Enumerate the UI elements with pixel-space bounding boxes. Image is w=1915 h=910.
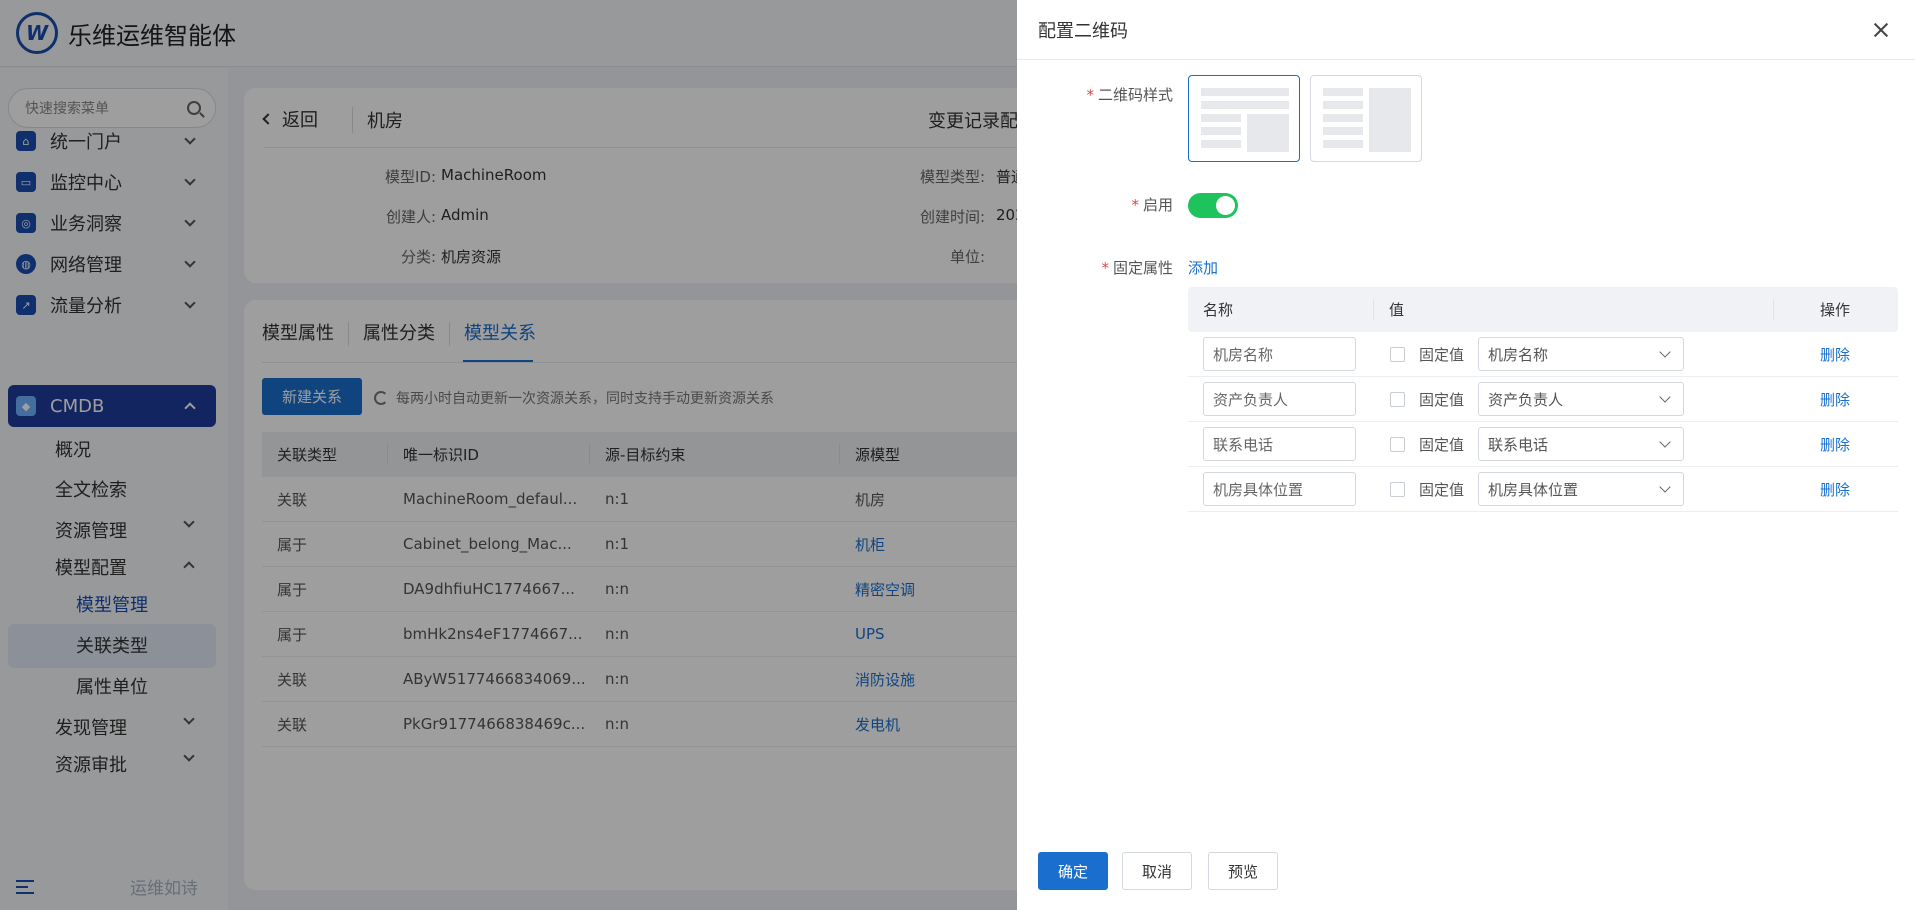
- prop-name-input[interactable]: 联系电话: [1203, 427, 1356, 461]
- chevron-down-icon: [1659, 436, 1671, 448]
- qr-style-option-2[interactable]: [1310, 75, 1422, 162]
- column-header: 操作: [1773, 299, 1898, 320]
- enable-toggle[interactable]: [1188, 193, 1238, 218]
- close-icon[interactable]: [1873, 22, 1889, 38]
- delete-button[interactable]: 删除: [1820, 479, 1850, 500]
- drawer-title: 配置二维码: [1038, 20, 1128, 42]
- fixed-value-label: 固定值: [1419, 345, 1465, 364]
- prop-name-input[interactable]: 机房具体位置: [1203, 472, 1356, 506]
- preview-line: [1323, 114, 1363, 122]
- cancel-button[interactable]: 取消: [1122, 852, 1192, 890]
- preview-line: [1201, 101, 1289, 109]
- table-row: 资产负责人 固定值 资产负责人 删除: [1188, 377, 1898, 422]
- preview-line: [1201, 88, 1289, 96]
- preview-line: [1323, 127, 1363, 135]
- qr-style-option-1[interactable]: [1188, 75, 1300, 162]
- select-value: 资产负责人: [1488, 390, 1564, 409]
- prop-value-select[interactable]: 联系电话: [1478, 427, 1685, 461]
- preview-line: [1201, 140, 1241, 148]
- table-row: 机房名称 固定值 机房名称 删除: [1188, 332, 1898, 377]
- fixed-props-label: * 固定属性: [1013, 257, 1173, 278]
- fixed-value-checkbox[interactable]: [1390, 481, 1405, 497]
- select-value: 机房具体位置: [1488, 480, 1579, 499]
- preview-line: [1323, 88, 1363, 96]
- preview-button[interactable]: 预览: [1208, 852, 1278, 890]
- select-value: 机房名称: [1488, 345, 1549, 364]
- preview-line: [1201, 114, 1241, 122]
- required-mark: *: [1086, 86, 1094, 104]
- add-fixed-prop-button[interactable]: 添加: [1188, 257, 1218, 278]
- select-value: 联系电话: [1488, 435, 1549, 454]
- chevron-down-icon: [1659, 346, 1671, 358]
- preview-line: [1323, 140, 1363, 148]
- fixed-value-label: 固定值: [1419, 435, 1465, 454]
- column-header: 名称: [1203, 301, 1234, 319]
- preview-line: [1201, 127, 1241, 135]
- fixed-value-checkbox[interactable]: [1390, 391, 1405, 407]
- delete-button[interactable]: 删除: [1820, 434, 1850, 455]
- fixed-value-checkbox[interactable]: [1390, 346, 1405, 362]
- table-header: 名称 值 操作: [1188, 287, 1898, 332]
- fixed-props-label-text: 固定属性: [1112, 259, 1173, 277]
- enable-label: * 启用: [1013, 194, 1173, 215]
- qr-style-label-text: 二维码样式: [1097, 86, 1173, 104]
- modal-overlay[interactable]: [0, 0, 1017, 910]
- qr-placeholder: [1247, 114, 1289, 152]
- confirm-button[interactable]: 确定: [1038, 852, 1108, 890]
- fixed-props-table: 名称 值 操作 机房名称 固定值 机房名称 删除 资产负责人 固定值 资产负责人…: [1188, 287, 1898, 512]
- table-row: 联系电话 固定值 联系电话 删除: [1188, 422, 1898, 467]
- qr-placeholder: [1369, 88, 1411, 152]
- required-mark: *: [1101, 259, 1109, 277]
- qr-style-label: * 二维码样式: [1013, 84, 1173, 105]
- column-header: 值: [1373, 299, 1773, 320]
- enable-label-text: 启用: [1142, 196, 1173, 214]
- drawer-header: 配置二维码: [1017, 0, 1915, 60]
- prop-name-input[interactable]: 资产负责人: [1203, 382, 1356, 416]
- fixed-value-checkbox[interactable]: [1390, 436, 1405, 452]
- preview-line: [1323, 101, 1363, 109]
- fixed-value-label: 固定值: [1419, 480, 1465, 499]
- prop-value-select[interactable]: 机房具体位置: [1478, 472, 1685, 506]
- chevron-down-icon: [1659, 391, 1671, 403]
- required-mark: *: [1131, 196, 1139, 214]
- table-row: 机房具体位置 固定值 机房具体位置 删除: [1188, 467, 1898, 512]
- delete-button[interactable]: 删除: [1820, 344, 1850, 365]
- delete-button[interactable]: 删除: [1820, 389, 1850, 410]
- prop-value-select[interactable]: 机房名称: [1478, 337, 1685, 371]
- prop-value-select[interactable]: 资产负责人: [1478, 382, 1685, 416]
- fixed-value-label: 固定值: [1419, 390, 1465, 409]
- prop-name-input[interactable]: 机房名称: [1203, 337, 1356, 371]
- chevron-down-icon: [1659, 481, 1671, 493]
